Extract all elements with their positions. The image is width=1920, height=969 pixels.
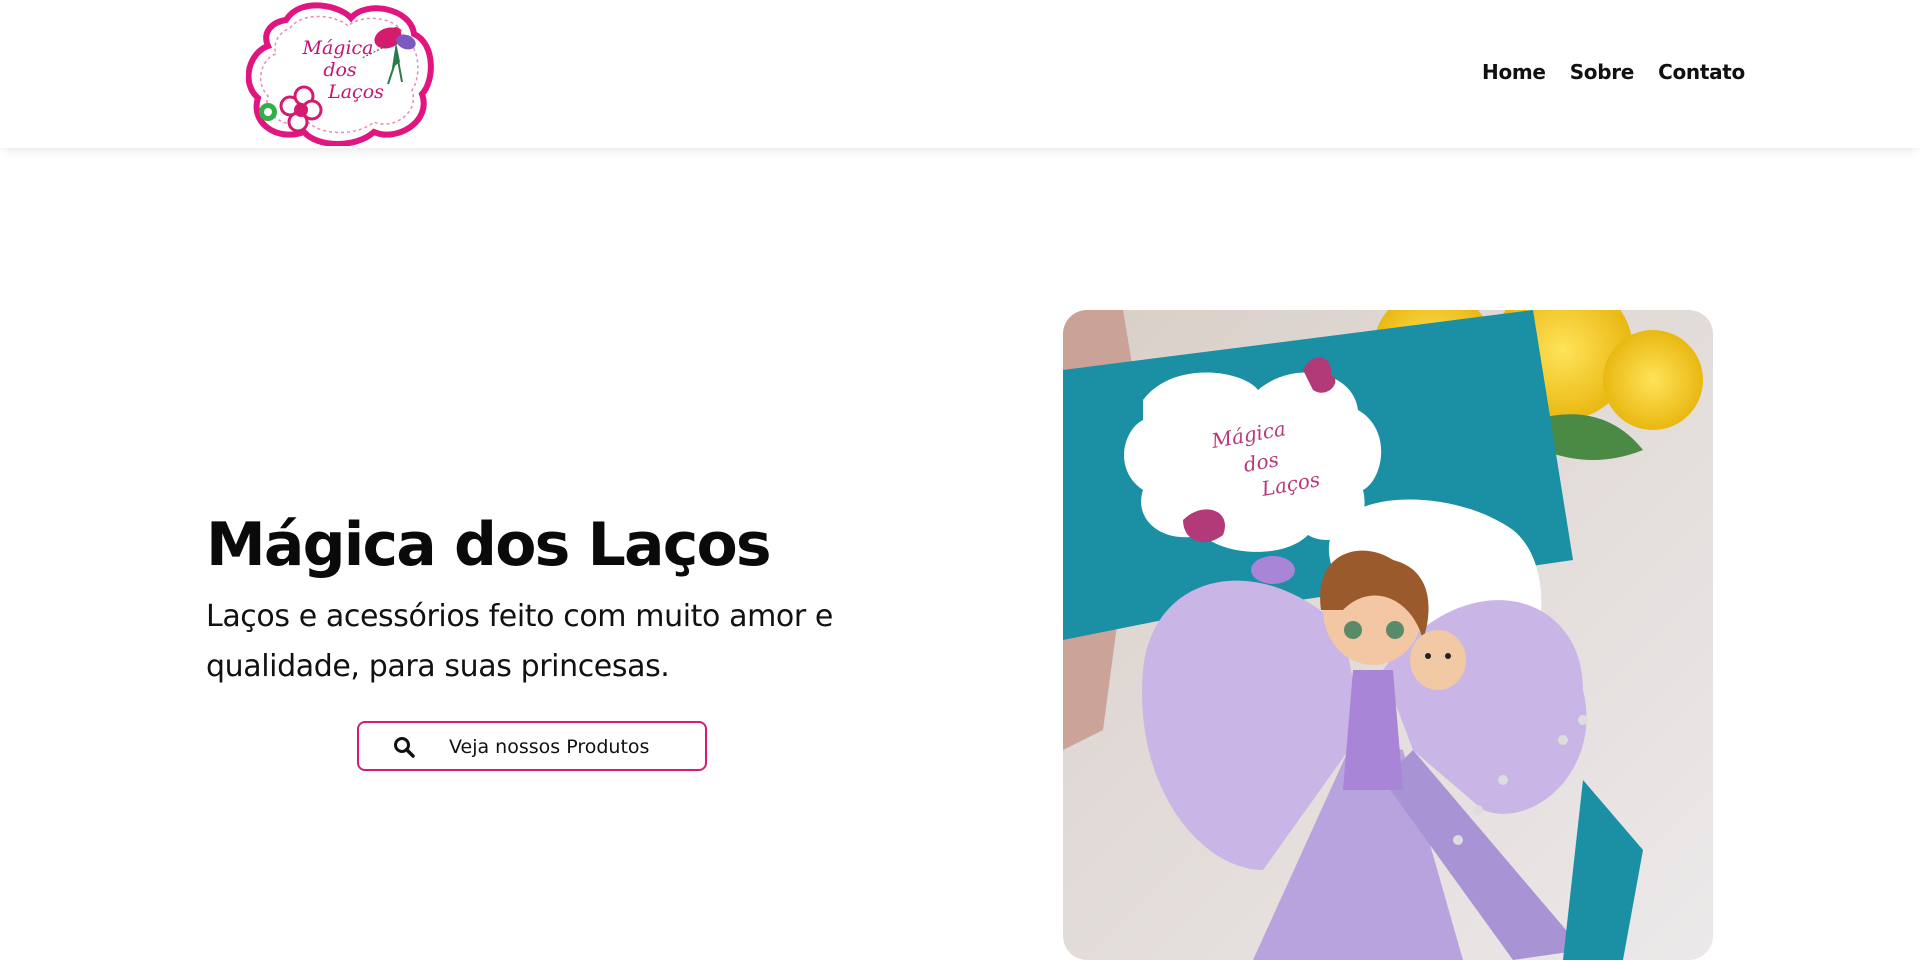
- nav-item-home[interactable]: Home: [1482, 60, 1546, 84]
- hero-title: Mágica dos Laços: [206, 510, 772, 580]
- logo-text-line2: dos: [323, 59, 357, 81]
- nav-item-sobre[interactable]: Sobre: [1570, 60, 1635, 84]
- brand-logo[interactable]: Mágica dos Laços: [246, 2, 434, 146]
- nav-item-contato[interactable]: Contato: [1658, 60, 1745, 84]
- logo-text-line1: Mágica: [302, 37, 374, 59]
- view-products-label: Veja nossos Produtos: [449, 736, 650, 758]
- logo-text-line3: Laços: [327, 81, 384, 103]
- search-icon: [394, 737, 415, 758]
- product-photo: Mágica dos Laços: [1063, 310, 1713, 960]
- site-header: Mágica dos Laços Home Sobre Contato: [0, 0, 1920, 148]
- hero-subtitle: Laços e acessórios feito com muito amor …: [206, 599, 833, 684]
- main-nav: Home Sobre Contato: [1482, 60, 1745, 84]
- view-products-button[interactable]: Veja nossos Produtos: [357, 721, 707, 771]
